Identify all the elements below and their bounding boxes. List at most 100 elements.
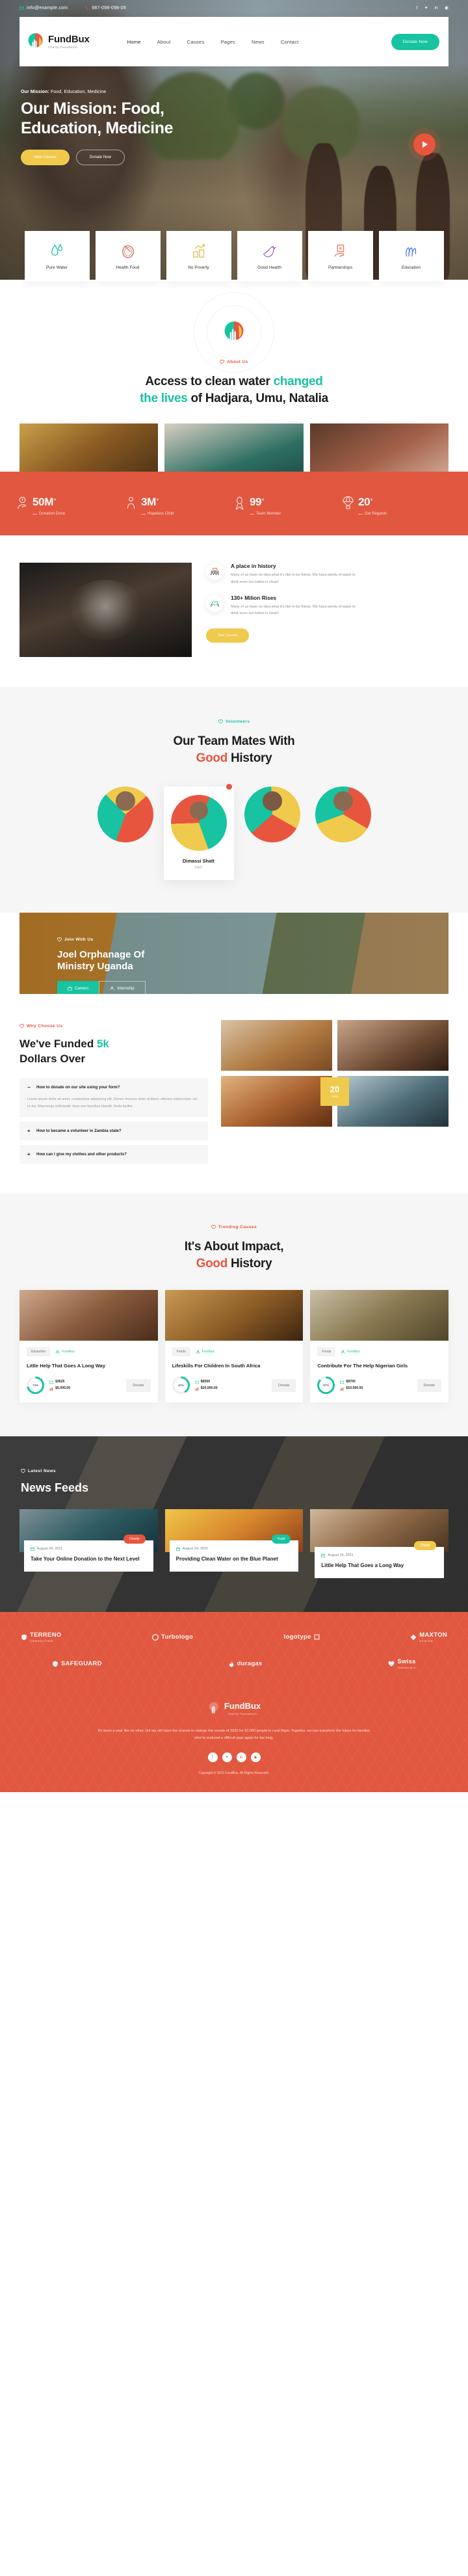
linkedin-icon[interactable]: in (236, 1752, 246, 1763)
facebook-icon[interactable]: f (207, 1752, 218, 1763)
stat-hopeless-child: 3M+ Hopeless Child (125, 496, 234, 516)
linkedin-icon[interactable]: in (434, 6, 437, 10)
team-member[interactable] (240, 786, 305, 842)
news-category-pill[interactable]: Food (271, 1535, 291, 1544)
twitter-icon[interactable]: ✦ (424, 5, 428, 10)
service-card-health-food[interactable]: Health Food (95, 231, 161, 282)
service-card-partnerships[interactable]: Partnerships (307, 231, 373, 282)
brand-logotype[interactable]: logotype (284, 1633, 320, 1641)
facebook-icon[interactable]: f (417, 6, 418, 10)
brand-duragas[interactable]: duragas (228, 1660, 263, 1667)
service-card-good-health[interactable]: Good Health (237, 231, 302, 282)
cause-card[interactable]: Foods Fundbux Contribute For The Help Ni… (310, 1290, 449, 1403)
main-navbar: FundBux Charity Foundation Home About Ca… (20, 17, 448, 66)
calendar-icon (31, 1548, 34, 1551)
service-label: Good Health (257, 265, 281, 270)
phone-contact[interactable]: 987-098-098-09 (84, 6, 126, 10)
news-card[interactable]: Charity August 24, 2021 Take Your Online… (20, 1509, 158, 1572)
twitter-icon[interactable]: ✦ (222, 1752, 232, 1763)
user-icon (110, 986, 114, 991)
service-label: Health Food (116, 265, 140, 270)
nav-item-about[interactable]: About (157, 39, 171, 45)
faq-item[interactable]: + How can I give my clothes and other pr… (20, 1145, 208, 1164)
hero-donate-button[interactable]: Donate Now (75, 150, 125, 165)
funded-title-accent: 5k (96, 1037, 109, 1050)
heart-icon (57, 937, 62, 942)
brand-terreno[interactable]: TERRENO CONSULTING (21, 1631, 62, 1643)
brand-logo[interactable]: FundBux Charity Foundation (27, 33, 90, 51)
brand-safeguard[interactable]: SAFEGUARD (52, 1660, 102, 1667)
stat-value: 50M+ (32, 496, 57, 509)
team-member-featured[interactable]: Dimassi Shatt CEO (163, 783, 234, 880)
nav-item-news[interactable]: News (252, 39, 265, 45)
dribbble-icon[interactable]: ◉ (250, 1752, 261, 1763)
internship-button[interactable]: Internship (99, 981, 146, 994)
hero-title-line1: Our Mission: Food, (21, 100, 164, 118)
news-card[interactable]: Food August 24, 2021 Providing Clean Wat… (164, 1509, 304, 1572)
about-title-accent1: changed (273, 375, 323, 388)
about-title-part2: of Hadjara, Umu, Natalia (187, 391, 328, 405)
service-card-education[interactable]: Education (378, 231, 444, 282)
cause-card[interactable]: Eduaction Fundbux Little Help That Goes … (20, 1290, 158, 1403)
email-contact[interactable]: info@example.com (20, 6, 68, 10)
joel-banner: Join With Us Joel Orphanage Of Ministry … (20, 912, 448, 994)
news-category-pill[interactable]: Charity (414, 1541, 437, 1551)
causes-title-part1: It's About Impact, (184, 1240, 284, 1254)
nav-links: Home About Causes Pages News Contact (127, 39, 299, 45)
cause-donate-button[interactable]: Donate (417, 1378, 442, 1392)
square-icon (314, 1634, 320, 1640)
faq-item[interactable]: + How to became a volunteer in Zambia st… (20, 1121, 208, 1141)
service-card-no-poverty[interactable]: No Poverty (166, 231, 231, 282)
team-member[interactable] (93, 786, 158, 842)
plus-icon: + (27, 1151, 31, 1158)
nav-item-causes[interactable]: Causes (187, 39, 205, 45)
news-card[interactable]: Charity August 24, 2021 Little Help That… (310, 1509, 449, 1579)
faq-question[interactable]: − How to donate on our site using your f… (27, 1084, 200, 1090)
faq-accordion: − How to donate on our site using your f… (20, 1078, 208, 1164)
brand-swiss-healthcare[interactable]: Swiss healthcare (388, 1658, 416, 1669)
user-icon (196, 1350, 200, 1354)
email-text: info@example.com (27, 5, 68, 10)
team-member[interactable] (311, 786, 376, 842)
donate-now-button[interactable]: Donate Now (391, 33, 439, 50)
cause-donate-button[interactable]: Donate (271, 1378, 296, 1392)
cause-card[interactable]: Foods Fundbux Lifeskills For Children In… (164, 1290, 304, 1403)
faq-item[interactable]: − How to donate on our site using your f… (20, 1078, 208, 1118)
see-causes-button[interactable]: See Causes (206, 628, 250, 643)
child-icon (127, 497, 135, 509)
play-video-button[interactable] (413, 133, 436, 155)
cause-tag[interactable]: Foods (172, 1347, 190, 1357)
news-category-pill[interactable]: Charity (123, 1535, 146, 1544)
faq-question[interactable]: + How to became a volunteer in Zambia st… (27, 1128, 200, 1134)
history-image (20, 563, 192, 658)
stat-label: Hopeless Child (141, 512, 174, 516)
cause-raised: $3625 (55, 1379, 65, 1384)
service-card-pure-water[interactable]: Pure Water (24, 231, 90, 282)
faq-question[interactable]: + How can I give my clothes and other pr… (27, 1151, 200, 1157)
footer-socials: f ✦ in ◉ (0, 1752, 468, 1763)
news-headline: Take Your Online Donation to the Next Le… (31, 1556, 140, 1563)
nav-item-contact[interactable]: Contact (281, 39, 299, 45)
nav-item-pages[interactable]: Pages (220, 39, 235, 45)
nav-item-home[interactable]: Home (127, 39, 141, 45)
cause-donate-button[interactable]: Donate (126, 1378, 151, 1392)
causes-eyebrow-text: Trending Causes (218, 1225, 257, 1230)
services-cards: Pure Water Health Food No Poverty Good H… (0, 231, 468, 282)
history-features: A place in history Many of us have no id… (206, 563, 448, 657)
cause-tag[interactable]: Foods (317, 1347, 336, 1357)
careers-button[interactable]: Careers (57, 981, 99, 994)
cause-author: Fundbux (55, 1350, 75, 1354)
brand-turbologo[interactable]: Turbologo (152, 1633, 193, 1641)
dribbble-icon[interactable]: ◉ (445, 5, 448, 10)
team-title: Our Team Mates With Good History (0, 733, 468, 766)
goal-icon (340, 1387, 344, 1391)
news-headline: Providing Clean Water on the Blue Planet (176, 1556, 278, 1563)
avatar (244, 786, 300, 842)
cause-tag[interactable]: Eduaction (27, 1347, 51, 1357)
faq-answer: Lorem ipsum dolor sit amet, consectetur … (27, 1097, 197, 1109)
footer-brand[interactable]: FundBux Charity Foundation (207, 1700, 261, 1715)
partner-brands: TERRENO CONSULTING Turbologo logotype MAX… (0, 1612, 468, 1687)
view-causes-button[interactable]: View Causes (21, 150, 70, 165)
footer-copyright: Copyright © 2021 FundBux. All Rights Res… (198, 1771, 270, 1776)
brand-maxton[interactable]: MAXTON DESIGN (410, 1631, 447, 1643)
